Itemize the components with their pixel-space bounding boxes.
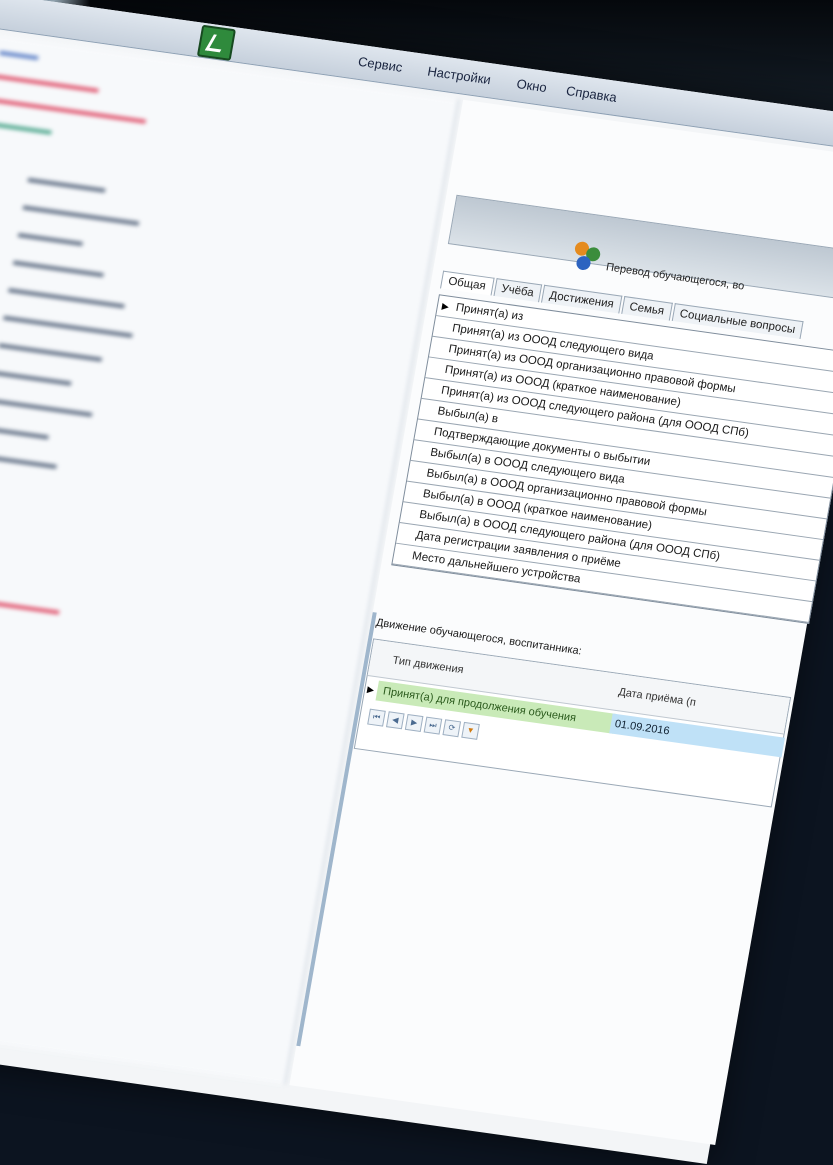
excel-export-icon[interactable]	[196, 24, 237, 61]
prev-record-icon[interactable]: ◀	[386, 711, 405, 730]
tree-node[interactable]: ▬▬▬▬▬▬▬▬	[0, 391, 94, 420]
refresh-icon[interactable]: ⟳	[442, 719, 462, 738]
menu-service[interactable]: Сервис	[357, 54, 404, 75]
tree-node[interactable]: ▬▬▬▬▬▬	[0, 363, 73, 389]
tree-node[interactable]: ▬▬▬▬▬▬▬▬▬▬	[3, 308, 134, 341]
tree-node[interactable]: ▬▬▬▬▬▬▬	[12, 253, 105, 280]
general-fields-grid: ▶ Принят(а) из Принят(а) из ОООД следующе…	[391, 294, 833, 624]
tab-general[interactable]: Общая	[440, 270, 495, 296]
tree-node[interactable]: ▬▬▬▬▬▬▬▬	[0, 336, 103, 365]
transfer-icon	[571, 240, 606, 275]
last-record-icon[interactable]: ⏭	[423, 716, 443, 735]
movement-grid: Тип движения Дата приёма (п ▶ Принят(а) …	[353, 638, 792, 808]
column-move-type[interactable]: Тип движения	[392, 654, 465, 676]
tab-study[interactable]: Учёба	[493, 278, 543, 303]
menu-help[interactable]: Справка	[565, 83, 618, 105]
tab-family[interactable]: Семья	[621, 296, 673, 321]
tree-node[interactable]: ▬▬▬▬▬	[0, 418, 50, 442]
tree-node[interactable]: ▬▬▬▬▬▬▬▬	[0, 67, 100, 96]
tree-node[interactable]: ▬▬▬▬▬▬▬▬▬	[22, 198, 140, 229]
app-window: Сервис Настройки Окно Справка ▬▬▬ ▬▬▬▬▬▬…	[0, 0, 833, 1164]
tree-node[interactable]: ▬▬▬▬▬▬	[27, 170, 107, 196]
menu-window[interactable]: Окно	[515, 76, 548, 95]
tree-node[interactable]: ▬▬▬▬▬	[0, 114, 53, 138]
menu-settings[interactable]: Настройки	[426, 64, 492, 88]
tree-node[interactable]: ▬▬▬▬▬▬▬▬▬▬▬▬	[0, 581, 61, 617]
tree-node[interactable]: ▬▬▬▬▬	[17, 225, 84, 249]
tab-achievements[interactable]: Достижения	[541, 284, 623, 314]
current-row-marker-icon: ▶	[366, 684, 376, 695]
first-record-icon[interactable]: ⏮	[367, 708, 386, 727]
tree-node[interactable]: ▬▬▬	[0, 43, 40, 63]
tree-node[interactable]: ▬▬▬▬▬▬▬▬▬	[8, 280, 126, 311]
column-admission-date[interactable]: Дата приёма (п	[617, 686, 696, 709]
tree-node[interactable]: ▬▬▬▬▬▬	[0, 446, 58, 472]
filter-icon[interactable]: ▼	[461, 721, 480, 740]
next-record-icon[interactable]: ▶	[404, 713, 424, 732]
current-row-marker-icon: ▶	[441, 300, 450, 312]
